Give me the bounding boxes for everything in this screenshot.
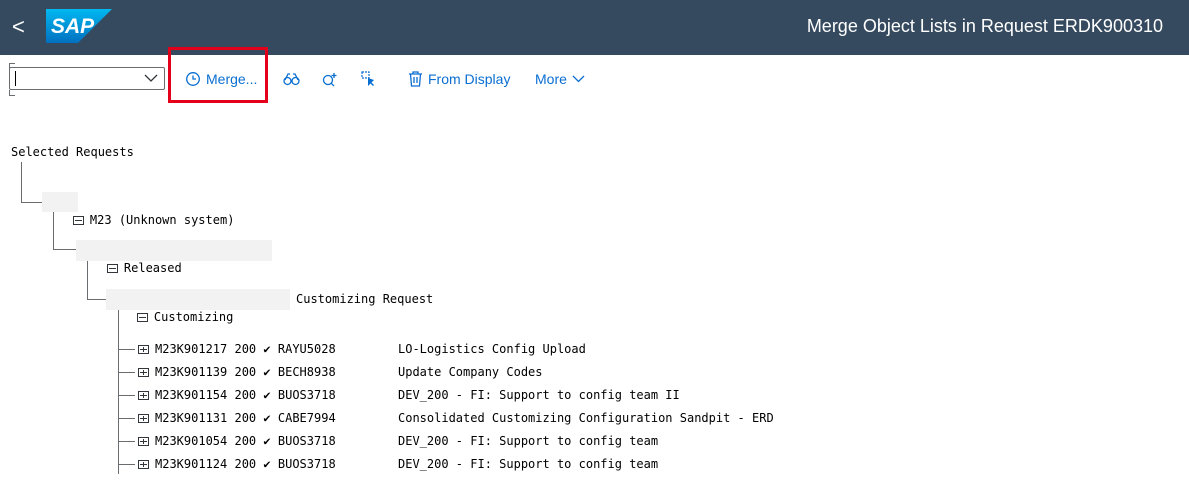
find-next-button[interactable] [322,67,339,91]
text-caret [15,71,16,86]
request-id: M23K901131 [155,411,228,425]
request-id: M23K901217 [155,342,228,356]
system-desc: (Unknown system) [118,213,235,227]
request-client: 200 [234,342,257,356]
tree-node-released[interactable]: Released [78,241,182,295]
request-row[interactable]: M23K901054 200 ✔ BUOS3718 [138,432,336,450]
check-icon: ✔ [263,342,271,356]
folder-closed-icon [138,368,149,377]
request-desc: LO-Logistics Config Upload [398,342,586,356]
folder-open-icon [136,313,148,322]
back-icon: < [12,14,25,39]
folder-closed-icon [138,460,149,469]
folder-closed-icon [138,414,149,423]
delete-from-display-button[interactable]: From Display [408,67,510,91]
select-button[interactable] [361,67,377,91]
request-row[interactable]: M23K901217 200 ✔ RAYU5028 [138,340,336,358]
system-id: M23 [89,213,112,227]
request-client: 200 [234,457,257,471]
page-title: Merge Object Lists in Request ERDK900310 [806,16,1163,36]
request-desc: Update Company Codes [398,365,543,379]
request-owner: BUOS3718 [277,434,336,448]
folder-closed-icon [138,437,149,446]
request-id: M23K901054 [155,434,228,448]
request-desc: DEV_200 - FI: Support to config team [398,434,659,448]
from-display-label: From Display [428,71,511,87]
request-client: 200 [234,388,257,402]
request-row[interactable]: M23K901124 200 ✔ BUOS3718 [138,455,336,473]
request-id: M23K901139 [155,365,228,379]
folder-closed-icon [138,391,149,400]
request-client: 200 [234,434,257,448]
request-desc: DEV_200 - FI: Support to config team II [398,388,680,402]
request-row[interactable]: M23K901154 200 ✔ BUOS3718 [138,386,336,404]
back-button[interactable]: < [12,15,32,39]
status-label: Released [123,261,182,275]
tree-node-system[interactable]: M23 (Unknown system) [44,193,234,247]
highlight-box [168,47,268,103]
focus-bracket [9,90,15,96]
folder-open-icon [106,264,118,273]
tree-node-customizing[interactable]: Customizing [108,290,233,344]
folder-open-icon [72,216,84,225]
trash-icon [409,71,422,87]
request-owner: BUOS3718 [277,388,336,402]
sap-logo: SAP [46,9,112,43]
check-icon: ✔ [263,388,271,402]
more-label: More [535,71,567,87]
request-row[interactable]: M23K901139 200 ✔ BECH8938 [138,363,336,381]
check-icon: ✔ [263,457,271,471]
request-id: M23K901124 [155,457,228,471]
request-tree: Selected Requests M23 (Unknown system) R… [0,103,1189,504]
check-icon: ✔ [263,434,271,448]
request-client: 200 [234,365,257,379]
request-id: M23K901154 [155,388,228,402]
binoculars-icon [283,73,300,86]
chevron-down-icon[interactable] [144,72,158,84]
request-owner: RAYU5028 [277,342,336,356]
type-desc: Customizing Request [296,292,434,306]
check-icon: ✔ [263,411,271,425]
request-owner: CABE7994 [277,411,336,425]
sap-logo-text: SAP [51,15,95,38]
check-icon: ✔ [263,365,271,379]
request-client: 200 [234,411,257,425]
request-desc: Consolidated Customizing Configuration S… [398,411,774,425]
request-row[interactable]: M23K901131 200 ✔ CABE7994 [138,409,336,427]
tree-root-label: Selected Requests [11,145,134,159]
type-label: Customizing [153,310,234,324]
request-owner: BECH8938 [277,365,336,379]
cursor-select-icon [361,71,374,86]
request-owner: BUOS3718 [277,457,336,471]
command-field[interactable] [9,67,165,90]
search-next-icon [322,73,337,87]
folder-closed-icon [138,345,149,354]
request-desc: DEV_200 - FI: Support to config team [398,457,659,471]
more-menu-button[interactable]: More [535,67,585,91]
chevron-down-icon [572,75,585,83]
find-button[interactable] [283,67,300,91]
